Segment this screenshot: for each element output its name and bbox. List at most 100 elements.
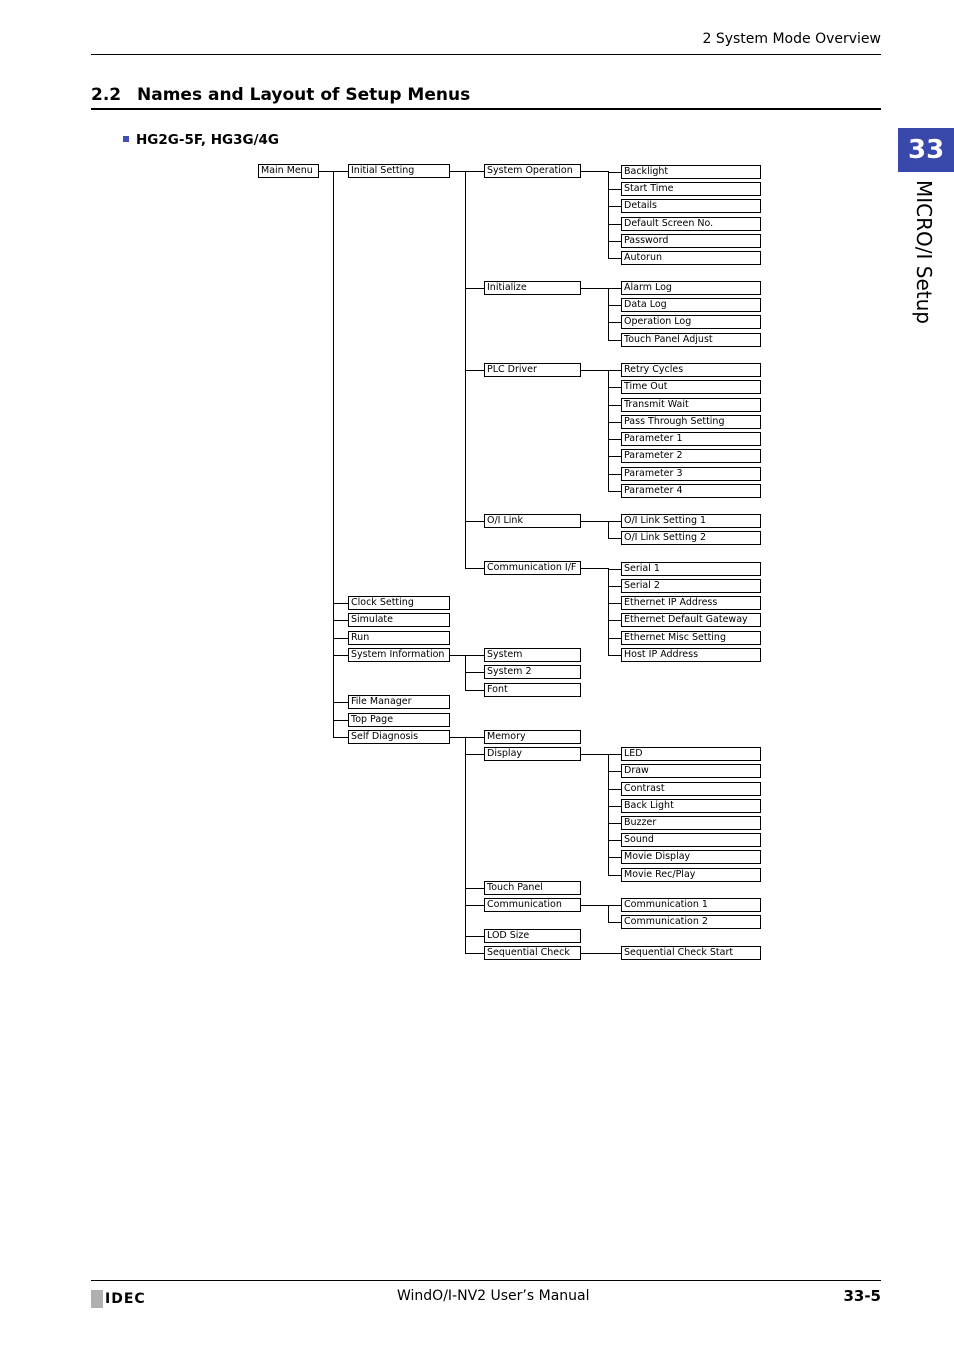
menu-node-system-2: System 2: [484, 665, 581, 679]
menu-node-back-light: Back Light: [621, 799, 761, 813]
setup-menu-tree-diagram: Main Menu Initial Setting System Operation…: [0, 0, 954, 1350]
menu-node-touch-panel: Touch Panel: [484, 881, 581, 895]
menu-node-initial-setting: Initial Setting: [348, 164, 450, 178]
connector-line: [465, 568, 484, 569]
connector-line: [608, 474, 621, 475]
connector-line: [333, 702, 348, 703]
connector-line: [465, 754, 484, 755]
connector-line: [608, 171, 609, 259]
menu-node-retry-cycles: Retry Cycles: [621, 363, 761, 377]
menu-node-ethernet-misc-setting: Ethernet Misc Setting: [621, 631, 761, 645]
menu-node-default-screen-no: Default Screen No.: [621, 217, 761, 231]
manual-title: WindO/I-NV2 User’s Manual: [397, 1288, 590, 1304]
menu-node-led: LED: [621, 747, 761, 761]
menu-node-system: System: [484, 648, 581, 662]
connector-line: [465, 737, 466, 954]
connector-line: [465, 171, 484, 172]
menu-node-contrast: Contrast: [621, 782, 761, 796]
connector-line: [608, 370, 621, 371]
connector-line: [333, 655, 348, 656]
connector-line: [465, 655, 466, 691]
connector-line: [608, 771, 621, 772]
connector-line: [465, 521, 484, 522]
connector-line: [580, 953, 608, 954]
connector-line: [449, 171, 465, 172]
connector-line: [608, 568, 609, 656]
menu-node-communication-1: Communication 1: [621, 898, 761, 912]
menu-node-data-log: Data Log: [621, 298, 761, 312]
menu-node-o-i-link: O/I Link: [484, 514, 581, 528]
connector-line: [608, 439, 621, 440]
connector-line: [608, 823, 621, 824]
connector-line: [608, 322, 621, 323]
connector-line: [608, 288, 621, 289]
menu-node-file-manager: File Manager: [348, 695, 450, 709]
menu-node-parameter-1: Parameter 1: [621, 432, 761, 446]
connector-line: [608, 224, 621, 225]
menu-node-movie-rec-play: Movie Rec/Play: [621, 868, 761, 882]
connector-line: [608, 754, 621, 755]
connector-line: [449, 655, 465, 656]
connector-line: [608, 857, 621, 858]
menu-node-touch-panel-adjust: Touch Panel Adjust: [621, 333, 761, 347]
connector-line: [608, 405, 621, 406]
menu-node-font: Font: [484, 683, 581, 697]
connector-line: [608, 258, 621, 259]
menu-node-system-information: System Information: [348, 648, 450, 662]
menu-node-ethernet-ip-address: Ethernet IP Address: [621, 596, 761, 610]
connector-line: [608, 288, 609, 341]
connector-line: [465, 737, 484, 738]
menu-node-initialize: Initialize: [484, 281, 581, 295]
menu-node-display: Display: [484, 747, 581, 761]
connector-line: [580, 754, 608, 755]
connector-line: [333, 620, 348, 621]
connector-line: [608, 387, 621, 388]
connector-line: [465, 905, 484, 906]
connector-line: [608, 905, 621, 906]
connector-line: [608, 189, 621, 190]
menu-node-self-diagnosis: Self Diagnosis: [348, 730, 450, 744]
menu-node-serial-1: Serial 1: [621, 562, 761, 576]
connector-line: [608, 789, 621, 790]
connector-line: [608, 340, 621, 341]
menu-node-pass-through-setting: Pass Through Setting: [621, 415, 761, 429]
footer-rule: [91, 1280, 881, 1281]
connector-line: [608, 953, 621, 954]
connector-line: [608, 206, 621, 207]
connector-line: [608, 638, 621, 639]
connector-line: [608, 538, 621, 539]
connector-line: [608, 305, 621, 306]
menu-node-simulate: Simulate: [348, 613, 450, 627]
menu-node-autorun: Autorun: [621, 251, 761, 265]
menu-node-password: Password: [621, 234, 761, 248]
connector-line: [580, 171, 608, 172]
logo-bar-icon: [91, 1290, 103, 1308]
connector-line: [465, 288, 484, 289]
connector-line: [580, 905, 608, 906]
menu-node-ethernet-default-gateway: Ethernet Default Gateway: [621, 613, 761, 627]
connector-line: [608, 922, 621, 923]
connector-line: [580, 521, 608, 522]
connector-line: [333, 171, 334, 738]
connector-line: [333, 720, 348, 721]
connector-line: [608, 905, 609, 923]
page-number: 33-5: [843, 1287, 881, 1305]
menu-node-clock-setting: Clock Setting: [348, 596, 450, 610]
menu-node-sequential-check: Sequential Check: [484, 946, 581, 960]
idec-logo: IDEC: [91, 1290, 146, 1308]
menu-node-top-page: Top Page: [348, 713, 450, 727]
menu-node-movie-display: Movie Display: [621, 850, 761, 864]
menu-node-parameter-2: Parameter 2: [621, 449, 761, 463]
menu-node-o-i-link-setting-1: O/I Link Setting 1: [621, 514, 761, 528]
connector-line: [608, 569, 621, 570]
menu-node-transmit-wait: Transmit Wait: [621, 398, 761, 412]
menu-node-start-time: Start Time: [621, 182, 761, 196]
connector-line: [608, 586, 621, 587]
connector-line: [608, 806, 621, 807]
menu-node-serial-2: Serial 2: [621, 579, 761, 593]
menu-node-communication-i-f: Communication I/F: [484, 561, 581, 575]
connector-line: [318, 171, 333, 172]
menu-node-memory: Memory: [484, 730, 581, 744]
connector-line: [465, 655, 484, 656]
connector-line: [608, 521, 621, 522]
